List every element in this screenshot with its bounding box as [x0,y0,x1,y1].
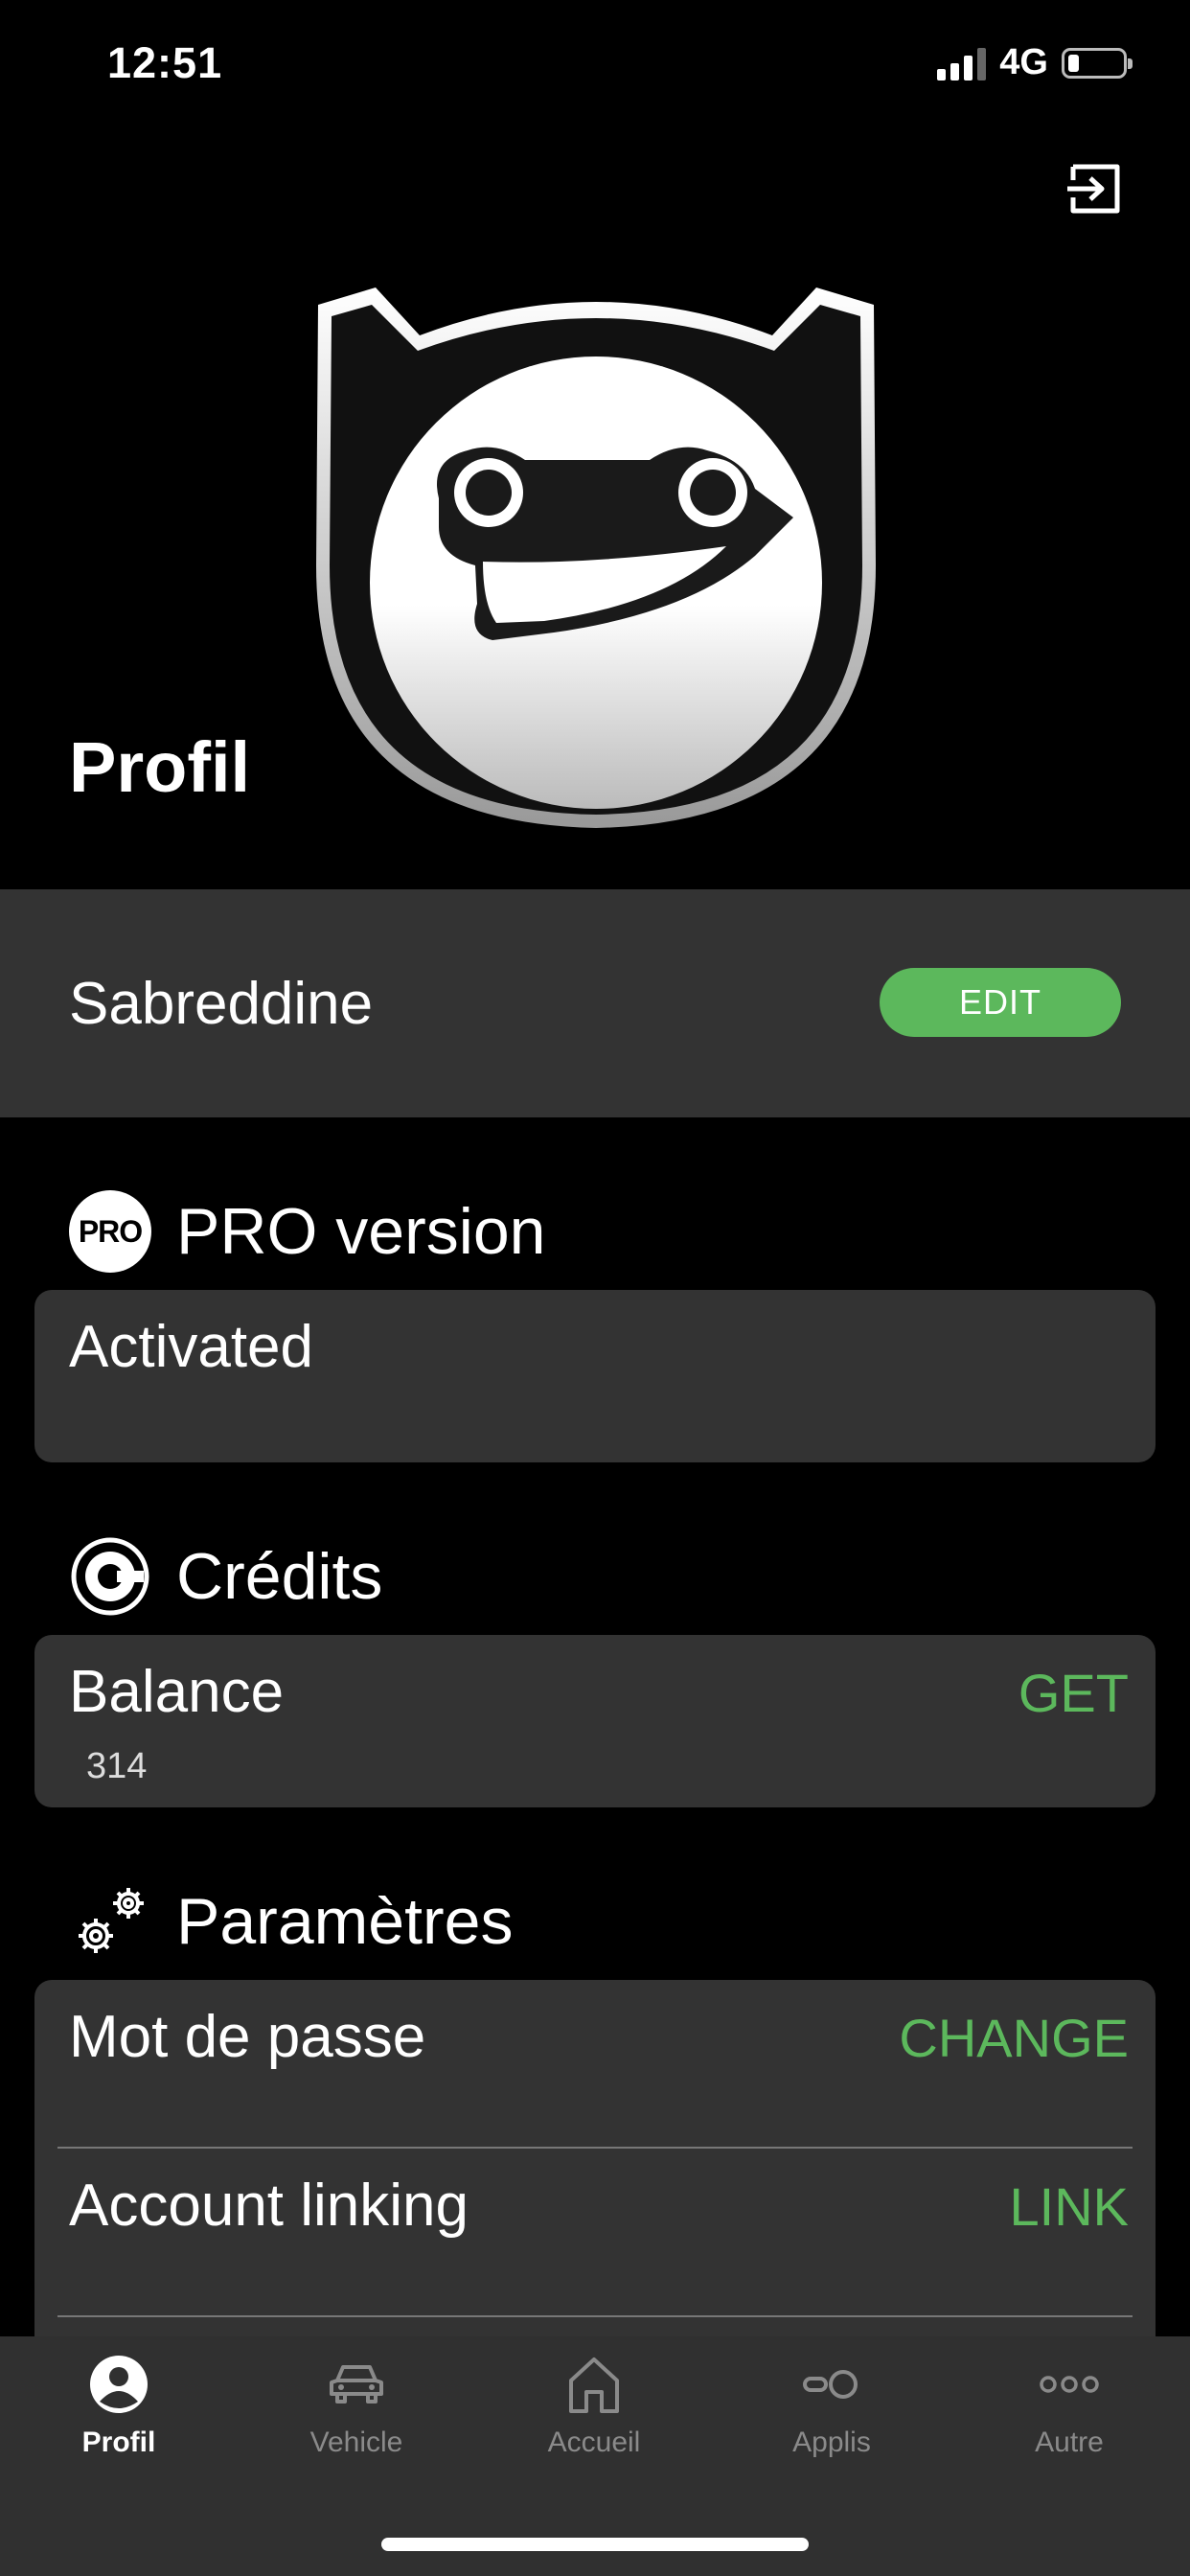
logout-icon[interactable] [1065,157,1129,220]
tab-applis[interactable]: Applis [713,2352,950,2459]
pro-status-card: Activated [34,1290,1156,1462]
tab-profil[interactable]: Profil [0,2352,238,2459]
frog-car-logo [316,288,876,828]
signal-icon [937,46,987,80]
account-linking-label: Account linking [69,2173,469,2239]
gears-icon [79,1888,144,1953]
settings-section-header: Paramètres [69,1880,513,1963]
status-indicators: 4G [937,42,1133,83]
battery-icon [1062,47,1133,79]
balance-label: Balance [69,1659,285,1725]
tab-label: Applis [792,2426,871,2458]
credits-card: Balance GET 314 [34,1635,1156,1807]
credits-section-header: Crédits [69,1535,382,1618]
get-credits-button[interactable]: GET [1018,1662,1129,1724]
tab-accueil[interactable]: Accueil [475,2352,713,2459]
more-icon [1040,2376,1099,2393]
link-account-button[interactable]: LINK [1010,2175,1130,2238]
car-icon [330,2365,383,2404]
status-time: 12:51 [107,38,223,87]
settings-divider [57,2315,1133,2317]
tab-vehicle[interactable]: Vehicle [238,2352,475,2459]
pro-status: Activated [69,1314,314,1380]
pro-section-header: PRO PRO version [69,1190,545,1273]
balance-value: 314 [86,1746,148,1786]
tab-label: Accueil [547,2426,641,2458]
edit-button[interactable]: EDIT [880,968,1121,1037]
change-password-button[interactable]: CHANGE [899,2007,1129,2069]
pro-section-title: PRO version [176,1195,546,1268]
tab-autre[interactable]: Autre [950,2352,1188,2459]
credits-section-title: Crédits [176,1540,383,1613]
home-indicator[interactable] [381,2538,809,2551]
settings-section-title: Paramètres [176,1885,514,1958]
settings-card: Mot de passe CHANGE Account linking LINK [34,1980,1156,2382]
apps-icon [803,2370,858,2399]
password-label: Mot de passe [69,2004,426,2070]
home-icon [569,2358,619,2413]
network-label: 4G [999,42,1048,82]
settings-divider [57,2147,1133,2149]
profile-icon [90,2356,148,2413]
tab-label: Autre [1035,2426,1104,2458]
tab-label: Profil [81,2426,156,2458]
credits-icon [71,1537,149,1616]
page-title: Profil [69,727,251,807]
tab-label: Vehicle [309,2426,403,2458]
pro-badge-icon: PRO [69,1190,151,1273]
user-name: Sabreddine [69,971,374,1037]
